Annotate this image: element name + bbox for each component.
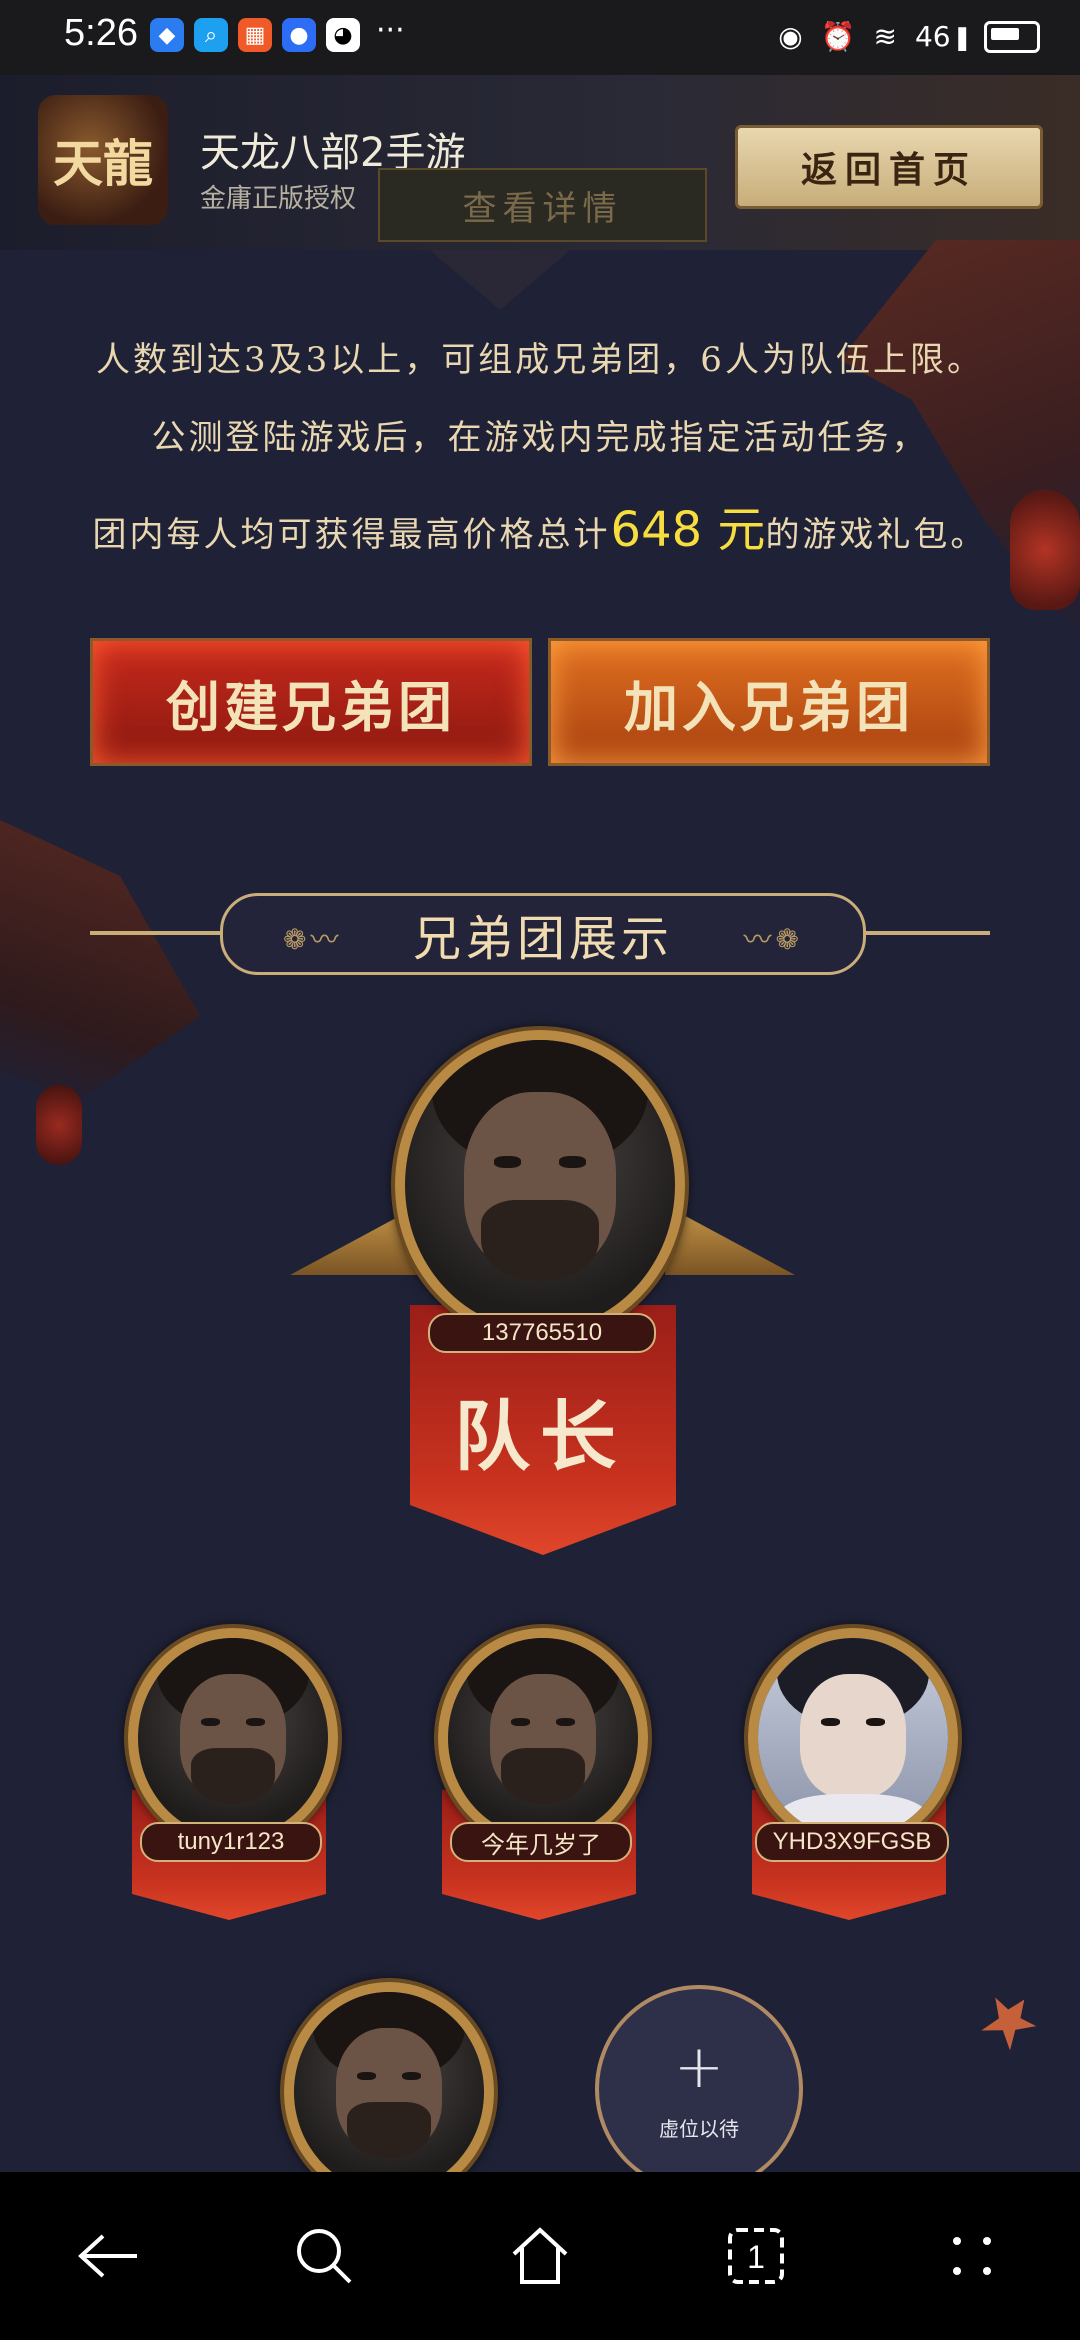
- rule-line-3-suffix: 的游戏礼包。: [765, 515, 988, 555]
- signal-icon: 46▐: [914, 20, 966, 53]
- leader-portrait: [405, 1040, 675, 1330]
- store-app-icon: ▦: [238, 18, 272, 52]
- status-time: 5:26: [64, 12, 138, 54]
- app-logo-text: 天龍: [53, 134, 153, 193]
- maple-leaf-icon: [975, 1985, 1045, 2055]
- search-app-icon: ⌕: [194, 18, 228, 52]
- menu-dots-icon[interactable]: [927, 2211, 1017, 2301]
- reward-amount: 648 元: [610, 502, 766, 558]
- svg-text:1: 1: [747, 2239, 765, 2275]
- empty-slot-label: 虚位以待: [659, 2116, 739, 2141]
- header-line-right: [860, 931, 990, 935]
- decorative-triangle: [430, 250, 570, 310]
- battery-icon: [984, 20, 1040, 53]
- shield-app-icon: ◆: [150, 18, 184, 52]
- rule-line-3-prefix: 团内每人均可获得最高价格总计: [92, 515, 611, 555]
- qq-app-icon: ◕: [326, 18, 360, 52]
- join-team-button[interactable]: 加入兄弟团: [548, 638, 990, 766]
- leader-name: 137765510: [428, 1313, 656, 1353]
- notification-icons: ◆ ⌕ ▦ ● ◕ ···: [150, 13, 405, 52]
- member-2-portrait: [448, 1638, 638, 1838]
- bulb-app-icon: ●: [282, 18, 316, 52]
- wifi-icon: ≋: [873, 20, 897, 53]
- rule-line-1: 人数到达3及3以上，可组成兄弟团，6人为队伍上限。: [96, 340, 984, 380]
- member-1-avatar[interactable]: [128, 1628, 338, 1848]
- member-1-name: tuny1r123: [140, 1822, 322, 1862]
- alarm-icon: ⏰: [820, 20, 856, 53]
- member-2-avatar[interactable]: [438, 1628, 648, 1848]
- member-1-portrait: [138, 1638, 328, 1838]
- app-logo: 天龍: [38, 95, 168, 225]
- cloud-ornament-right-icon: 〰❁: [743, 923, 803, 956]
- member-4-avatar[interactable]: [284, 1982, 494, 2202]
- back-home-button[interactable]: 返回首页: [735, 125, 1043, 209]
- member-3-name: YHD3X9FGSB: [755, 1822, 949, 1862]
- app-subtitle: 金庸正版授权: [200, 184, 357, 214]
- leader-label: 队长: [454, 1392, 626, 1481]
- rule-line-2: 公测登陆游戏后，在游戏内完成指定活动任务，: [151, 418, 929, 458]
- create-team-button[interactable]: 创建兄弟团: [90, 638, 532, 766]
- plus-icon: +: [673, 2031, 725, 2102]
- section-header: ❁〰 兄弟团展示 〰❁: [90, 893, 990, 975]
- empty-slot-button[interactable]: + 虚位以待: [595, 1985, 803, 2193]
- cloud-ornament-left-icon: ❁〰: [283, 923, 343, 956]
- member-4-portrait: [294, 1992, 484, 2192]
- more-notifications-icon: ···: [376, 13, 405, 48]
- section-title-box: ❁〰 兄弟团展示 〰❁: [220, 893, 866, 975]
- network-type-label: 46: [914, 20, 951, 53]
- status-bar: 5:26 ◆ ⌕ ▦ ● ◕ ··· ◉ ⏰ ≋ 46▐: [0, 0, 1080, 75]
- tabs-icon[interactable]: 1: [711, 2211, 801, 2301]
- back-arrow-icon[interactable]: [63, 2211, 153, 2301]
- app-banner: 天龍 天龙八部2手游 金庸正版授权 查看详情 返回首页: [0, 75, 1080, 250]
- view-details-button[interactable]: 查看详情: [378, 168, 707, 242]
- browser-nav-bar: 1: [0, 2172, 1080, 2340]
- system-icons: ◉ ⏰ ≋ 46▐: [778, 20, 1040, 53]
- search-icon[interactable]: [279, 2211, 369, 2301]
- home-icon[interactable]: [495, 2211, 585, 2301]
- eye-icon: ◉: [778, 20, 803, 53]
- member-3-avatar[interactable]: [748, 1628, 958, 1848]
- member-3-portrait: [758, 1638, 948, 1838]
- section-title: 兄弟团展示: [412, 911, 673, 967]
- rule-line-3: 团内每人均可获得最高价格总计648 元的游戏礼包。: [40, 490, 1040, 560]
- leader-avatar[interactable]: [395, 1030, 685, 1340]
- member-2-name: 今年几岁了: [450, 1822, 632, 1862]
- leader-frame-wing-right: [665, 1205, 795, 1275]
- lantern-left: [36, 1085, 82, 1165]
- header-line-left: [90, 931, 220, 935]
